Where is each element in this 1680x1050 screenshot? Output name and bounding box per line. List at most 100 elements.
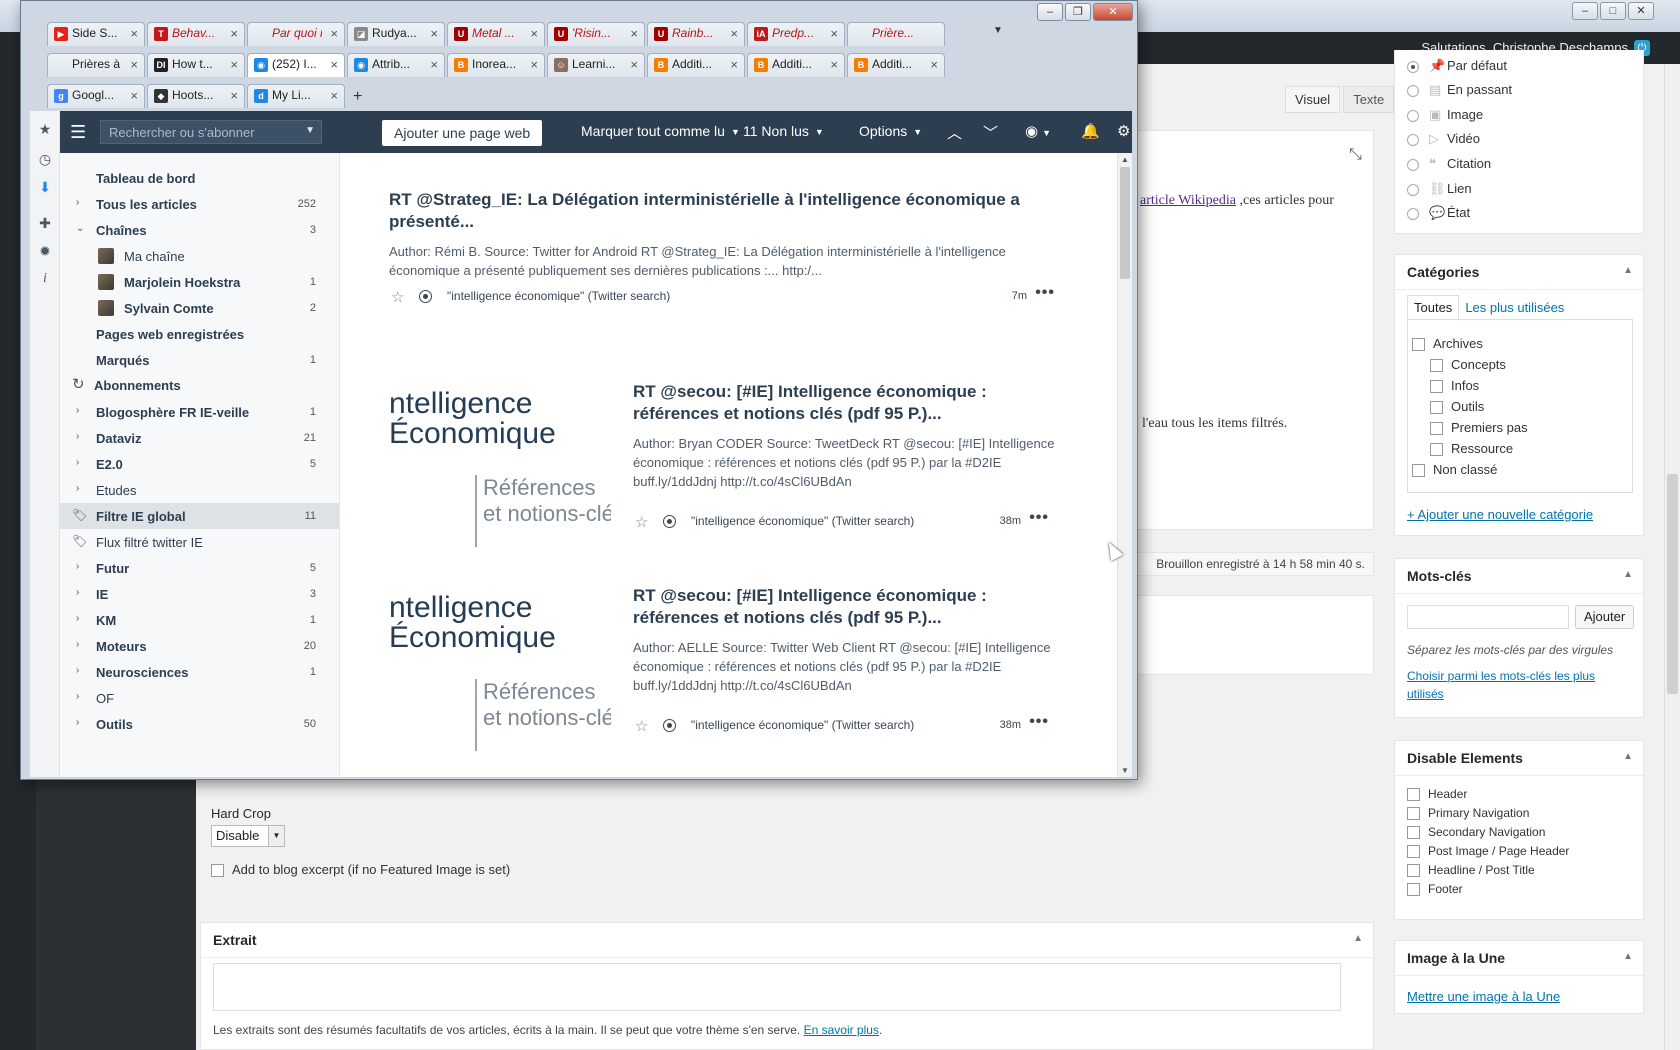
- disable-option[interactable]: Footer: [1407, 882, 1463, 897]
- format-option-quote[interactable]: ❝ Citation: [1407, 156, 1491, 172]
- chevron-right-icon[interactable]: ›: [76, 197, 79, 208]
- browser-tab[interactable]: ◉ Attrib... ×: [347, 53, 445, 77]
- sidebar-item[interactable]: › E2.0 5: [60, 451, 339, 477]
- unread-filter-button[interactable]: 11 Non lus ▼: [743, 123, 824, 139]
- excerpt-textarea[interactable]: [213, 963, 1341, 1011]
- read-status-icon[interactable]: [663, 515, 676, 528]
- browser-tab[interactable]: DI How t... ×: [147, 53, 245, 77]
- tags-input[interactable]: [1407, 605, 1569, 629]
- more-options-icon[interactable]: •••: [1029, 509, 1049, 527]
- bg-minimize-button[interactable]: –: [1572, 2, 1598, 20]
- collapse-arrow-icon[interactable]: ▲: [1623, 751, 1633, 762]
- category-item[interactable]: Non classé: [1412, 462, 1497, 478]
- browser-tab[interactable]: Prières à n... ×: [47, 53, 145, 77]
- puzzle-icon[interactable]: ✚: [37, 215, 53, 231]
- browser-tab[interactable]: B Inorea... ×: [447, 53, 545, 77]
- chevron-right-icon[interactable]: ›: [76, 457, 79, 468]
- format-option-image[interactable]: ▣ Image: [1407, 107, 1483, 123]
- chevron-right-icon[interactable]: ›: [76, 613, 79, 624]
- close-tab-icon[interactable]: ×: [730, 26, 738, 41]
- blog-excerpt-checkbox[interactable]: [211, 864, 224, 878]
- category-checkbox[interactable]: [1412, 464, 1425, 478]
- category-checkbox[interactable]: [1430, 359, 1443, 373]
- wikipedia-link[interactable]: article Wikipedia: [1140, 193, 1236, 208]
- format-option-link[interactable]: ⛓Lien: [1407, 181, 1472, 197]
- category-checkbox[interactable]: [1430, 443, 1443, 457]
- tab-visual[interactable]: Visuel: [1285, 86, 1341, 113]
- disable-checkbox[interactable]: [1407, 845, 1420, 859]
- chevron-right-icon[interactable]: ›: [76, 483, 79, 494]
- browser-tab[interactable]: g Googl... ×: [47, 84, 145, 108]
- info-icon[interactable]: i: [37, 271, 53, 287]
- bg-maximize-button[interactable]: □: [1600, 2, 1626, 20]
- article-thumbnail[interactable]: ntelligence Économique Références et notion…: [389, 389, 611, 549]
- refresh-icon[interactable]: ↻: [72, 375, 86, 393]
- category-item[interactable]: Infos: [1430, 378, 1479, 394]
- sidebar-item[interactable]: Pages web enregistrées: [60, 321, 339, 347]
- category-checkbox[interactable]: [1430, 401, 1443, 415]
- close-tab-icon[interactable]: ×: [530, 57, 538, 72]
- category-checkbox[interactable]: [1430, 422, 1443, 436]
- browser-tab[interactable]: U Rainb... ×: [647, 22, 745, 46]
- new-tab-icon[interactable]: +: [353, 88, 362, 106]
- sidebar-item[interactable]: Marjolein Hoekstra 1: [60, 269, 339, 295]
- category-item[interactable]: Outils: [1430, 399, 1484, 415]
- close-tab-icon[interactable]: ×: [630, 26, 638, 41]
- collapse-arrow-icon[interactable]: ▲: [1623, 569, 1633, 580]
- download-arrow-icon[interactable]: ⬇: [37, 179, 53, 195]
- disable-checkbox[interactable]: [1407, 788, 1420, 802]
- choose-tags-link[interactable]: Choisir parmi les mots-clés les plus uti…: [1407, 667, 1627, 703]
- mark-all-read-button[interactable]: Marquer tout comme lu ▼: [581, 123, 740, 139]
- tab-all-categories[interactable]: Toutes: [1407, 295, 1460, 319]
- format-option-aside[interactable]: ▤ En passant: [1407, 82, 1512, 98]
- scroll-up-arrow-icon[interactable]: ▲: [1121, 155, 1129, 164]
- close-tab-icon[interactable]: ×: [830, 26, 838, 41]
- browser-tab[interactable]: ◪ Rudya... ×: [347, 22, 445, 46]
- close-tab-icon[interactable]: ×: [430, 26, 438, 41]
- close-tab-icon[interactable]: ×: [630, 57, 638, 72]
- chevron-right-icon[interactable]: ›: [76, 665, 79, 676]
- close-tab-icon[interactable]: ×: [130, 88, 138, 103]
- read-status-icon[interactable]: [663, 719, 676, 732]
- close-tab-icon[interactable]: ×: [230, 57, 238, 72]
- article-source[interactable]: "intelligence économique" (Twitter searc…: [447, 289, 670, 303]
- disable-checkbox[interactable]: [1407, 883, 1420, 897]
- sidebar-item[interactable]: Sylvain Comte 2: [60, 295, 339, 321]
- close-tab-icon[interactable]: ×: [130, 57, 138, 72]
- star-icon[interactable]: ☆: [391, 288, 404, 306]
- article-thumbnail[interactable]: ntelligence Économique Références et notion…: [389, 593, 611, 753]
- disable-option[interactable]: Header: [1407, 787, 1467, 802]
- browser-tab[interactable]: B Additi... ×: [747, 53, 845, 77]
- browser-tab[interactable]: iA Predp... ×: [747, 22, 845, 46]
- radio-button[interactable]: [1407, 84, 1419, 97]
- sidebar-item[interactable]: Marqués 1: [60, 347, 339, 373]
- search-input[interactable]: Rechercher ou s'abonner ▼: [100, 120, 322, 144]
- browser-tab[interactable]: ▶ Side S... ×: [47, 22, 145, 46]
- sidebar-item[interactable]: 🏷 Flux filtré twitter IE: [60, 529, 339, 555]
- tab-most-used[interactable]: Les plus utilisées: [1459, 296, 1570, 319]
- restore-button[interactable]: ❐: [1065, 3, 1091, 21]
- radio-button[interactable]: [1407, 133, 1419, 146]
- tags-title[interactable]: Mots-clés ▲: [1395, 559, 1643, 594]
- scroll-thumb[interactable]: [1667, 474, 1678, 694]
- bell-icon[interactable]: 🔔: [1081, 122, 1100, 140]
- collapse-arrow-icon[interactable]: ▲: [1623, 951, 1633, 962]
- options-button[interactable]: Options ▼: [859, 123, 922, 139]
- browser-tab[interactable]: B Additi... ×: [647, 53, 745, 77]
- hard-crop-select[interactable]: Disable ▼: [211, 825, 285, 847]
- category-item[interactable]: Concepts: [1430, 357, 1506, 373]
- featured-image-title[interactable]: Image à la Une ▲: [1395, 941, 1643, 976]
- chevron-down-icon[interactable]: ﹀: [983, 122, 998, 143]
- browser-tab[interactable]: ◆ Hoots... ×: [147, 84, 245, 108]
- minimize-button[interactable]: –: [1037, 3, 1063, 21]
- format-option-default[interactable]: 📌 Par défaut: [1407, 58, 1507, 74]
- radio-button[interactable]: [1407, 158, 1419, 171]
- star-icon[interactable]: ☆: [635, 717, 648, 735]
- gear-icon[interactable]: ✹: [37, 243, 53, 259]
- browser-tab[interactable]: U 'Risin... ×: [547, 22, 645, 46]
- sidebar-item[interactable]: › Tous les articles 252: [60, 191, 339, 217]
- chevron-down-icon[interactable]: ⌄: [76, 223, 84, 234]
- chevron-up-icon[interactable]: ︿: [947, 122, 962, 143]
- disable-option[interactable]: Primary Navigation: [1407, 806, 1529, 821]
- radio-button[interactable]: [1407, 60, 1419, 73]
